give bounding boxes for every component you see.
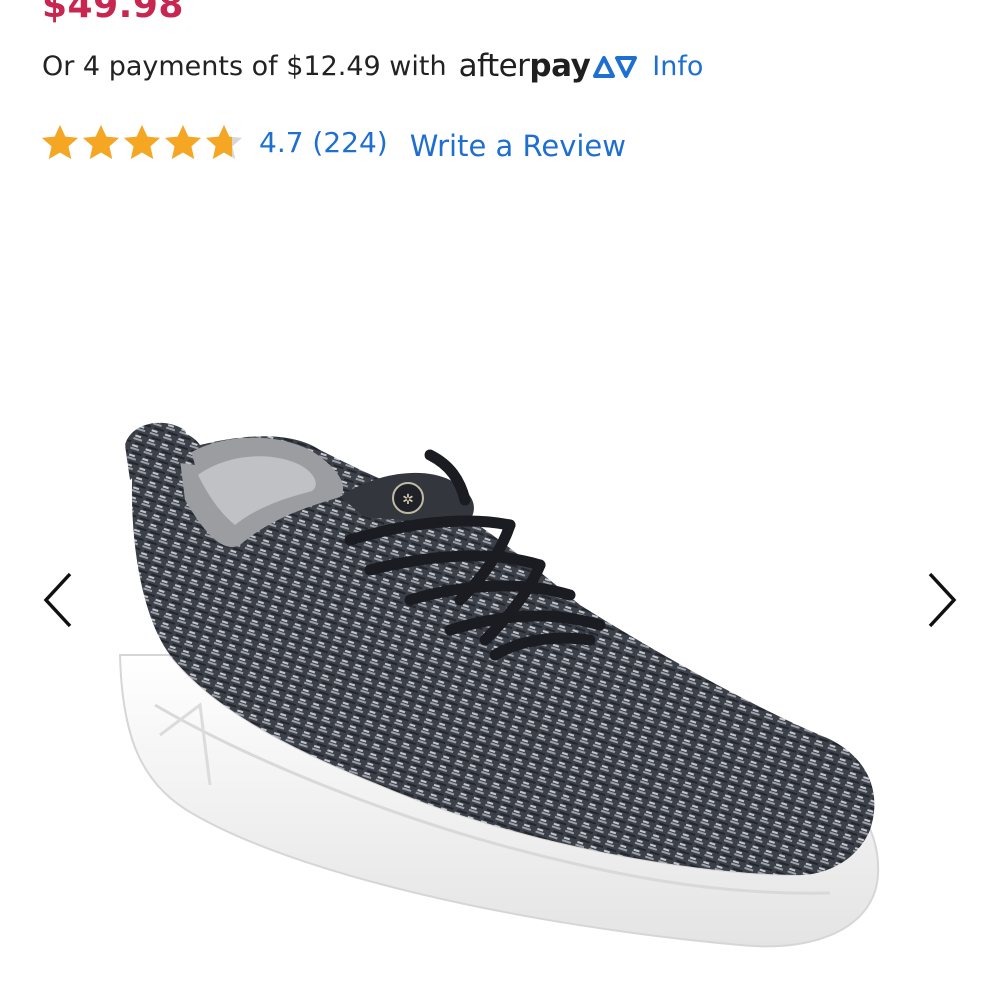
svg-text:✲: ✲ [402, 492, 414, 508]
chevron-left-icon[interactable] [38, 568, 78, 632]
star-icon [42, 125, 78, 159]
afterpay-logo: after pay [459, 48, 639, 84]
star-icon [83, 125, 119, 159]
sneaker-product-image[interactable]: ✲ [100, 405, 900, 965]
afterpay-arrows-icon [593, 56, 638, 78]
afterpay-info-link[interactable]: Info [652, 51, 703, 82]
installment-text: Or 4 payments of $12.49 with [42, 50, 447, 82]
payment-options: Or 4 payments of $12.49 with after pay In… [42, 44, 703, 88]
afterpay-logo-light: after [458, 48, 530, 84]
chevron-right-icon[interactable] [922, 568, 962, 632]
write-review-link[interactable]: Write a Review [410, 129, 626, 163]
star-icon [165, 125, 201, 159]
star-icon [206, 125, 242, 159]
star-icon [124, 125, 160, 159]
star-rating[interactable] [40, 123, 245, 163]
rating-summary-link[interactable]: 4.7 (224) [259, 126, 388, 159]
product-price: $49.98 [42, 0, 184, 26]
afterpay-logo-bold: pay [529, 48, 591, 84]
rating-row: 4.7 (224) Write a Review [40, 118, 626, 168]
